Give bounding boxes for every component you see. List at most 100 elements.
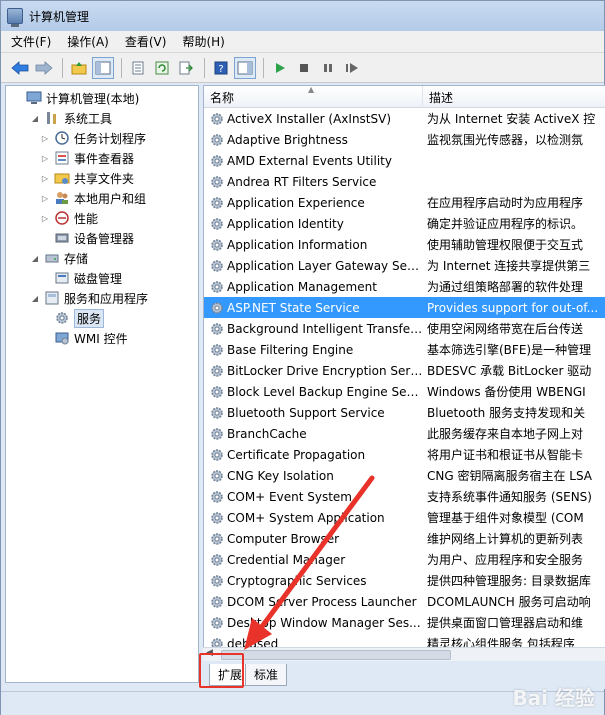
service-row[interactable]: COM+ Event System 支持系统事件通知服务 (SENS) bbox=[204, 486, 605, 507]
tree-item-3[interactable]: ▷ 事件查看器 bbox=[40, 148, 134, 168]
horizontal-scrollbar[interactable]: ◀ bbox=[203, 647, 605, 661]
gear-icon bbox=[209, 153, 225, 169]
expander-icon[interactable]: ▷ bbox=[40, 154, 50, 163]
service-row[interactable]: Bluetooth Support Service Bluetooth 服务支持发… bbox=[204, 402, 605, 423]
tree-item-11[interactable]: 服务 bbox=[40, 308, 105, 328]
tree-item-label: 磁盘管理 bbox=[74, 271, 123, 286]
service-row[interactable]: BitLocker Drive Encryption Servi... BDESV… bbox=[204, 360, 605, 381]
service-description: 使用空闲网络带宽在后台传送 bbox=[427, 322, 584, 336]
tree-item-9[interactable]: 磁盘管理 bbox=[40, 268, 122, 288]
service-row[interactable]: Computer Browser 维护网络上计算机的更新列表 bbox=[204, 528, 605, 549]
service-row[interactable]: CNG Key Isolation CNG 密钥隔离服务宿主在 LSA bbox=[204, 465, 605, 486]
service-row[interactable]: Cryptographic Services 提供四种管理服务: 目录数据库 bbox=[204, 570, 605, 591]
service-row[interactable]: DCOM Server Process Launcher DCOMLAUNCH 服… bbox=[204, 591, 605, 612]
scroll-left-icon[interactable]: ◀ bbox=[206, 648, 213, 658]
service-description: 使用辅助管理权限便于交互式 bbox=[427, 238, 584, 252]
service-row[interactable]: Application Layer Gateway Servi... 为 Inte… bbox=[204, 255, 605, 276]
service-description: 为从 Internet 安装 ActiveX 控 bbox=[427, 112, 596, 126]
service-row[interactable]: Credential Manager 为用户、应用程序和安全服务 bbox=[204, 549, 605, 570]
column-header-name[interactable]: ▲ 名称 bbox=[204, 86, 423, 108]
service-row[interactable]: Application Identity 确定并验证应用程序的标识。 bbox=[204, 213, 605, 234]
expander-icon[interactable]: ◢ bbox=[30, 294, 40, 303]
service-row[interactable]: Application Experience 在应用程序启动时为应用程序 bbox=[204, 192, 605, 213]
properties-icon[interactable] bbox=[127, 57, 149, 79]
tree-item-label: 服务和应用程序 bbox=[64, 291, 149, 306]
gear-icon bbox=[209, 531, 225, 547]
tree-item-5[interactable]: ▷ 本地用户和组 bbox=[40, 188, 146, 208]
service-row[interactable]: Block Level Backup Engine Serv... Windows… bbox=[204, 381, 605, 402]
expander-icon[interactable]: ▷ bbox=[40, 174, 50, 183]
service-row[interactable]: ASP.NET State Service Provides support fo… bbox=[204, 297, 605, 318]
show-action-pane-icon[interactable] bbox=[234, 56, 256, 79]
expander-icon[interactable]: ▷ bbox=[40, 134, 50, 143]
service-name: Cryptographic Services bbox=[227, 573, 367, 588]
service-row[interactable]: AMD External Events Utility bbox=[204, 150, 605, 171]
column-header-description[interactable]: 描述 bbox=[423, 86, 605, 108]
tree-item-8[interactable]: ◢ 存储 bbox=[30, 248, 88, 268]
pause-service-icon[interactable] bbox=[317, 57, 339, 79]
help-icon[interactable]: ? bbox=[210, 57, 232, 79]
tree-item-4[interactable]: ▷ 共享文件夹 bbox=[40, 168, 134, 188]
service-row[interactable]: Desktop Window Manager Ses... 提供桌面窗口管理器启动… bbox=[204, 612, 605, 633]
storage-icon bbox=[44, 250, 60, 266]
forward-arrow-icon[interactable] bbox=[33, 57, 55, 79]
tree-item-2[interactable]: ▷ 任务计划程序 bbox=[40, 128, 146, 148]
gear-icon bbox=[209, 447, 225, 463]
service-row[interactable]: ActiveX Installer (AxInstSV) 为从 Internet … bbox=[204, 108, 605, 129]
sort-up-icon: ▲ bbox=[308, 85, 315, 94]
service-row[interactable]: debased 精灵核心组件服务 包括程序 bbox=[204, 633, 605, 647]
start-service-icon[interactable] bbox=[269, 57, 291, 79]
menu-help[interactable]: 帮助(H) bbox=[182, 33, 224, 50]
computer-management-window: 计算机管理 文件(F) 操作(A) 查看(V) 帮助(H) ? 计算机管理(本地… bbox=[0, 0, 605, 715]
service-description: 在应用程序启动时为应用程序 bbox=[427, 196, 584, 210]
service-row[interactable]: Andrea RT Filters Service bbox=[204, 171, 605, 192]
up-folder-icon[interactable] bbox=[68, 57, 90, 79]
service-row[interactable]: Background Intelligent Transfer... 使用空闲网络… bbox=[204, 318, 605, 339]
expander-icon[interactable]: ▷ bbox=[40, 214, 50, 223]
tree-item-0[interactable]: 计算机管理(本地) bbox=[12, 88, 139, 108]
tree-item-1[interactable]: ◢ 系统工具 bbox=[30, 108, 112, 128]
title-bar[interactable]: 计算机管理 bbox=[1, 1, 604, 31]
tools-icon bbox=[44, 110, 60, 126]
refresh-icon[interactable] bbox=[151, 57, 173, 79]
tree-item-6[interactable]: ▷ 性能 bbox=[40, 208, 98, 228]
tree-item-7[interactable]: 设备管理器 bbox=[40, 228, 134, 248]
service-row[interactable]: BranchCache 此服务缓存来自本地子网上对 bbox=[204, 423, 605, 444]
tree-item-label: 设备管理器 bbox=[74, 231, 135, 246]
service-description: 确定并验证应用程序的标识。 bbox=[427, 217, 584, 231]
show-tree-icon[interactable] bbox=[92, 56, 114, 79]
service-row[interactable]: Base Filtering Engine 基本筛选引擎(BFE)是一种管理 bbox=[204, 339, 605, 360]
service-name: ActiveX Installer (AxInstSV) bbox=[227, 111, 392, 126]
tree-item-label: 共享文件夹 bbox=[74, 171, 135, 186]
menu-view[interactable]: 查看(V) bbox=[125, 33, 167, 50]
tree-item-label: 性能 bbox=[74, 211, 99, 226]
scrollbar-thumb[interactable] bbox=[221, 650, 451, 660]
expander-icon[interactable]: ◢ bbox=[30, 254, 40, 263]
service-description: 支持系统事件通知服务 (SENS) bbox=[427, 490, 592, 504]
computer-management-icon bbox=[7, 8, 23, 27]
service-description: CNG 密钥隔离服务宿主在 LSA bbox=[427, 469, 593, 483]
menu-file[interactable]: 文件(F) bbox=[11, 33, 51, 50]
back-arrow-icon[interactable] bbox=[9, 57, 31, 79]
svg-text:?: ? bbox=[218, 64, 223, 75]
gear-icon bbox=[209, 321, 225, 337]
tab-standard[interactable]: 标准 bbox=[245, 664, 288, 686]
service-description: 将用户证书和根证书从智能卡 bbox=[427, 448, 584, 462]
service-row[interactable]: COM+ System Application 管理基于组件对象模型 (COM bbox=[204, 507, 605, 528]
tree-item-10[interactable]: ◢ 服务和应用程序 bbox=[30, 288, 148, 308]
menu-action[interactable]: 操作(A) bbox=[67, 33, 109, 50]
service-row[interactable]: Adaptive Brightness 监视氛围光传感器，以检测氛 bbox=[204, 129, 605, 150]
service-description: DCOMLAUNCH 服务可启动响 bbox=[427, 595, 591, 609]
tree-item-12[interactable]: WMI 控件 bbox=[40, 328, 128, 348]
stop-service-icon[interactable] bbox=[293, 57, 315, 79]
restart-service-icon[interactable] bbox=[341, 57, 363, 79]
list-header: ▲ 名称 描述 bbox=[204, 86, 605, 108]
service-name: CNG Key Isolation bbox=[227, 468, 334, 483]
export-list-icon[interactable] bbox=[175, 57, 197, 79]
expander-icon[interactable]: ▷ bbox=[40, 194, 50, 203]
service-description: 此服务缓存来自本地子网上对 bbox=[427, 427, 584, 441]
service-row[interactable]: Application Management 为通过组策略部署的软件处理 bbox=[204, 276, 605, 297]
expander-icon[interactable]: ◢ bbox=[30, 114, 40, 123]
service-row[interactable]: Application Information 使用辅助管理权限便于交互式 bbox=[204, 234, 605, 255]
service-row[interactable]: Certificate Propagation 将用户证书和根证书从智能卡 bbox=[204, 444, 605, 465]
